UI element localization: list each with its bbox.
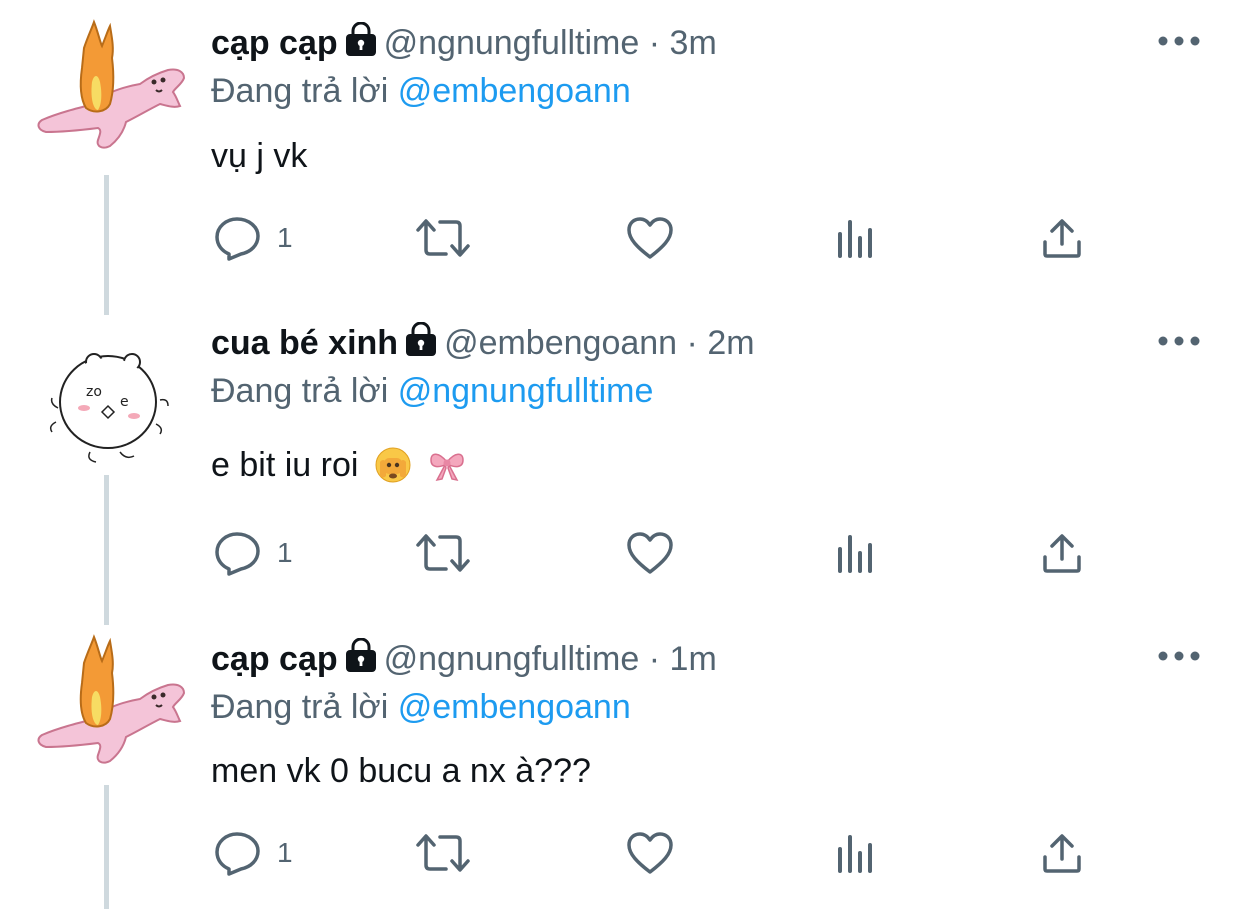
tweet-text: e bit iu roi — [211, 446, 359, 484]
analytics-icon — [838, 835, 872, 873]
analytics-button[interactable] — [834, 523, 878, 583]
separator: · — [648, 24, 661, 62]
user-handle[interactable]: @ngnungfulltime — [384, 640, 640, 678]
timestamp[interactable]: 2m — [707, 324, 754, 362]
tweet-text: vụ j vk — [211, 137, 308, 175]
reply-button[interactable]: 1 — [213, 208, 293, 268]
like-icon — [627, 532, 673, 574]
analytics-button[interactable] — [834, 823, 878, 883]
more-button[interactable] — [1157, 33, 1201, 49]
retweet-button[interactable] — [414, 523, 472, 583]
retweet-icon — [416, 534, 470, 572]
share-button[interactable] — [1040, 523, 1084, 583]
avatar[interactable] — [28, 18, 188, 163]
separator: · — [686, 324, 698, 362]
timestamp[interactable]: 3m — [670, 24, 717, 62]
reply-icon — [215, 217, 260, 261]
lock-icon — [344, 637, 378, 681]
tweet-header: cạp cạp @ngnungfulltime · 1m — [211, 637, 717, 681]
like-icon — [627, 217, 673, 259]
display-name[interactable]: cua bé xinh — [211, 324, 398, 362]
mention-link[interactable]: @embengoann — [398, 72, 631, 110]
tweet[interactable]: cạp cạp @ngnungfulltime · 1m Đang trả lời… — [0, 625, 1242, 909]
timestamp[interactable]: 1m — [670, 640, 717, 678]
tweet-text: men vk 0 bucu a nx à??? — [211, 752, 591, 790]
reply-count: 1 — [277, 222, 293, 253]
replying-to: Đang trả lời @embengoann — [211, 71, 631, 111]
replying-to-label: Đang trả lời — [211, 688, 389, 726]
avatar[interactable] — [28, 633, 188, 778]
reply-count: 1 — [277, 837, 293, 868]
like-button[interactable] — [625, 823, 675, 883]
mention-link[interactable]: @embengoann — [398, 688, 631, 726]
reply-button[interactable]: 1 — [213, 823, 293, 883]
tweet-text-row: e bit iu roi — [211, 445, 467, 493]
reply-button[interactable]: 1 — [213, 523, 293, 583]
share-button[interactable] — [1040, 823, 1084, 883]
replying-to-label: Đang trả lời — [211, 372, 389, 410]
display-name[interactable]: cạp cạp — [211, 24, 338, 62]
tweet[interactable]: cạp cạp @ngnungfulltime · 3m Đang trả lời… — [0, 0, 1242, 315]
retweet-icon — [416, 834, 470, 872]
mention-link[interactable]: @ngnungfulltime — [398, 372, 654, 410]
display-name[interactable]: cạp cạp — [211, 640, 338, 678]
analytics-button[interactable] — [834, 208, 878, 268]
like-button[interactable] — [625, 523, 675, 583]
face-with-peeking-eye-emoji — [374, 446, 412, 493]
user-handle[interactable]: @embengoann — [444, 324, 677, 362]
retweet-icon — [416, 219, 470, 257]
retweet-button[interactable] — [414, 823, 472, 883]
pink-ribbon-emoji — [427, 446, 467, 493]
reply-icon — [215, 532, 260, 576]
more-icon — [1158, 36, 1200, 46]
avatar[interactable] — [28, 332, 188, 477]
tweet-actions: 1 — [0, 523, 1242, 583]
lock-icon — [404, 321, 438, 365]
replying-to: Đang trả lời @ngnungfulltime — [211, 371, 653, 411]
tweet-header: cạp cạp @ngnungfulltime · 3m — [211, 21, 717, 65]
analytics-icon — [838, 535, 872, 573]
share-icon — [1043, 534, 1081, 573]
analytics-icon — [838, 220, 872, 258]
more-icon — [1158, 336, 1200, 346]
tweet-actions: 1 — [0, 208, 1242, 268]
tweet-actions: 1 — [0, 823, 1242, 883]
more-button[interactable] — [1157, 333, 1201, 349]
tweet-header: cua bé xinh @embengoann · 2m — [211, 321, 755, 365]
lock-icon — [344, 21, 378, 65]
user-handle[interactable]: @ngnungfulltime — [384, 24, 640, 62]
share-icon — [1043, 834, 1081, 873]
reply-icon — [215, 832, 260, 876]
like-icon — [627, 832, 673, 874]
more-button[interactable] — [1157, 648, 1201, 664]
more-icon — [1158, 651, 1200, 661]
replying-to: Đang trả lời @embengoann — [211, 687, 631, 727]
separator: · — [648, 640, 661, 678]
reply-count: 1 — [277, 537, 293, 568]
share-button[interactable] — [1040, 208, 1084, 268]
replying-to-label: Đang trả lời — [211, 72, 389, 110]
like-button[interactable] — [625, 208, 675, 268]
tweet[interactable]: cua bé xinh @embengoann · 2m Đang trả lời… — [0, 315, 1242, 625]
retweet-button[interactable] — [414, 208, 472, 268]
share-icon — [1043, 219, 1081, 258]
